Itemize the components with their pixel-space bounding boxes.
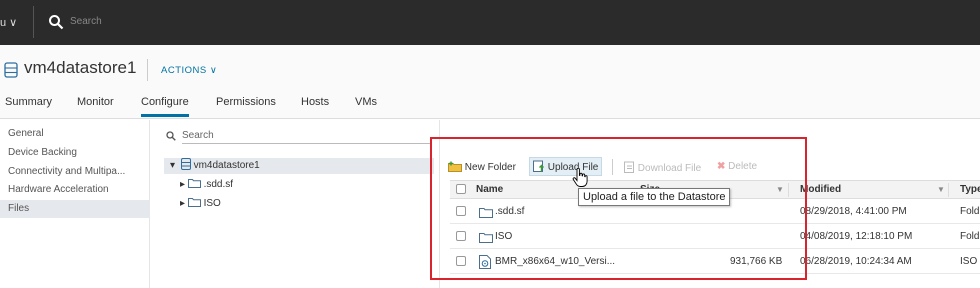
column-divider[interactable] — [948, 183, 949, 197]
tab-configure[interactable]: Configure — [141, 96, 189, 117]
actions-menu-button[interactable]: ACTIONS ∨ — [161, 65, 217, 76]
sidebar-item-device-backing[interactable]: Device Backing — [8, 147, 77, 158]
tree-node-sdd[interactable]: ▸ .sdd.sf — [180, 178, 233, 190]
file-modified: 08/29/2018, 4:41:00 PM — [800, 206, 907, 217]
global-search-input[interactable]: Search — [70, 16, 102, 27]
file-modified: 04/08/2019, 12:18:10 PM — [800, 231, 913, 242]
tree-search-input[interactable]: Search — [182, 128, 430, 144]
filter-icon[interactable]: ▼ — [937, 185, 945, 194]
tab-vms[interactable]: VMs — [355, 96, 377, 114]
column-type[interactable]: Type — [960, 184, 980, 195]
tab-monitor[interactable]: Monitor — [77, 96, 114, 114]
tab-hosts[interactable]: Hosts — [301, 96, 329, 114]
datastore-icon — [180, 158, 191, 170]
sidebar-item-hardware-acceleration[interactable]: Hardware Acceleration — [8, 184, 109, 195]
expand-arrow-icon[interactable]: ▸ — [180, 179, 185, 190]
hand-cursor-icon — [572, 168, 588, 187]
tree-node-label: ISO — [203, 198, 221, 209]
folder-icon — [187, 198, 201, 207]
tab-summary[interactable]: Summary — [5, 96, 52, 114]
folder-icon — [187, 179, 201, 188]
tab-bar: Summary Monitor Configure Permissions Ho… — [0, 95, 980, 119]
expand-arrow-icon[interactable]: ▸ — [180, 198, 185, 209]
search-icon — [166, 131, 176, 141]
file-type: Fold — [960, 231, 980, 242]
tree-node-label: vm4datastore1 — [193, 160, 260, 171]
topbar-divider — [33, 6, 34, 38]
configure-sidebar: General Device Backing Connectivity and … — [0, 120, 150, 288]
collapse-arrow-icon[interactable]: ▾ — [170, 160, 175, 171]
user-menu[interactable]: u ∨ — [0, 16, 17, 29]
upload-tooltip: Upload a file to the Datastore — [578, 188, 731, 206]
sidebar-item-general[interactable]: General — [8, 128, 44, 139]
title-divider — [147, 59, 148, 81]
tree-node-root[interactable]: ▾ vm4datastore1 — [164, 158, 434, 174]
top-bar: u ∨ Search — [0, 0, 980, 45]
sidebar-item-connectivity[interactable]: Connectivity and Multipa... — [8, 166, 125, 177]
tree-node-iso[interactable]: ▸ ISO — [180, 197, 221, 209]
tree-node-label: .sdd.sf — [203, 179, 234, 190]
search-icon[interactable] — [48, 14, 64, 30]
folder-tree-pane: Search ▾ vm4datastore1 ▸ .sdd.sf ▸ ISO — [160, 120, 440, 288]
file-modified: 06/28/2019, 10:24:34 AM — [800, 256, 912, 267]
tab-permissions[interactable]: Permissions — [216, 96, 276, 114]
page-title: vm4datastore1 — [24, 58, 137, 77]
sidebar-item-files[interactable]: Files — [0, 200, 150, 218]
highlight-box — [430, 137, 807, 280]
datastore-icon — [4, 62, 18, 78]
file-type: Fold — [960, 206, 980, 217]
file-type: ISO — [960, 256, 978, 267]
